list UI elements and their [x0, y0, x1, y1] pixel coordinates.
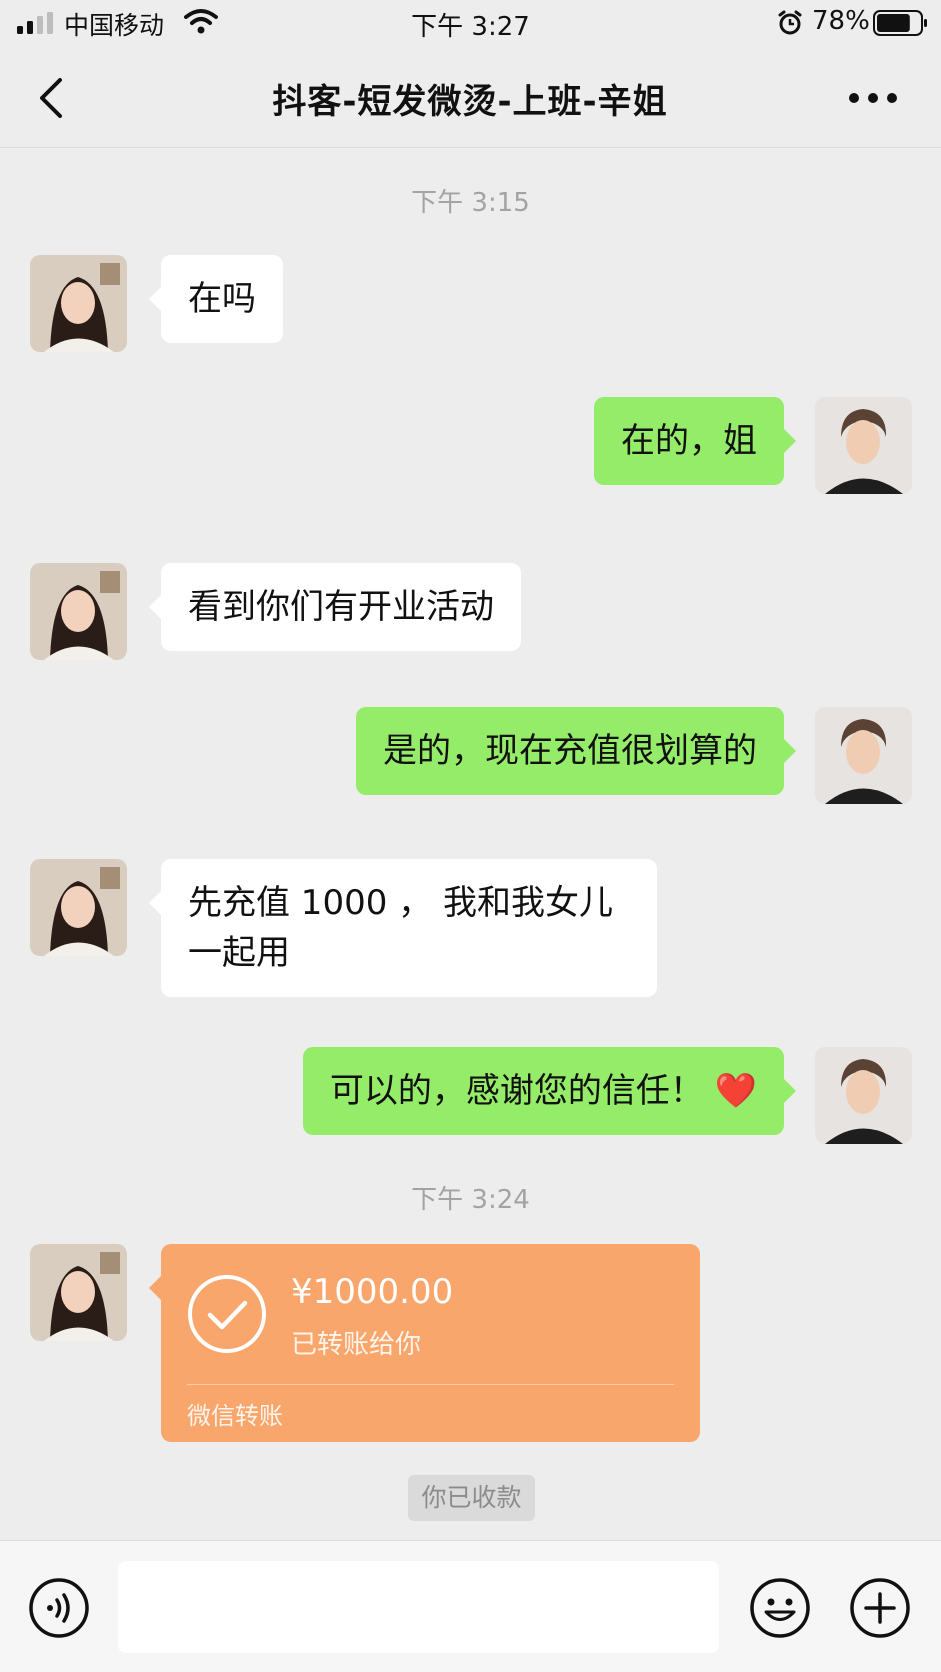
timestamp: 下午 3:24	[411, 1185, 530, 1215]
battery-icon	[873, 10, 927, 36]
message-bubble-outgoing[interactable]: 是的，现在充值很划算的	[356, 707, 796, 795]
contact-avatar[interactable]	[30, 859, 127, 956]
transfer-card[interactable]: ¥1000.00 已转账给你 微信转账	[149, 1244, 700, 1442]
message-line: 先充值 1000 ， 我和我女儿	[188, 883, 613, 923]
alarm-icon	[778, 10, 802, 35]
chat-title: 抖客-短发微烫-上班-辛姐	[272, 82, 668, 122]
emoji-icon[interactable]	[749, 1577, 811, 1639]
message-bubble-incoming[interactable]: 在吗	[149, 255, 283, 343]
my-avatar[interactable]	[815, 1047, 912, 1144]
message-line: 一起用	[188, 933, 290, 973]
contact-avatar[interactable]	[30, 255, 127, 352]
transfer-amount: ¥1000.00	[291, 1272, 454, 1312]
divider	[187, 1384, 674, 1385]
nav-bar: 抖客-短发微烫-上班-辛姐	[0, 48, 941, 148]
contact-avatar[interactable]	[30, 1244, 127, 1341]
my-avatar[interactable]	[815, 397, 912, 494]
message-input[interactable]	[118, 1561, 719, 1653]
check-circle-icon	[188, 1275, 266, 1353]
timestamp: 下午 3:15	[411, 188, 530, 218]
received-notice: 你已收款	[408, 1475, 535, 1521]
battery-percent: 78%	[812, 6, 870, 36]
message-bubble-incoming[interactable]: 先充值 1000 ， 我和我女儿 一起用	[149, 859, 657, 997]
back-icon[interactable]	[30, 74, 74, 122]
status-bar: 中国移动 下午 3:27 78%	[0, 0, 941, 48]
transfer-status: 已转账给你	[291, 1330, 422, 1360]
plus-icon[interactable]	[849, 1577, 911, 1639]
heart-emoji-icon: ❤️	[714, 1071, 757, 1111]
message-bubble-outgoing[interactable]: 在的，姐	[594, 397, 796, 485]
voice-icon[interactable]	[28, 1577, 90, 1639]
my-avatar[interactable]	[815, 707, 912, 804]
more-icon[interactable]	[846, 78, 900, 118]
transfer-label: 微信转账	[187, 1402, 283, 1430]
message-bubble-outgoing[interactable]: 可以的，感谢您的信任！ ❤️	[302, 1047, 797, 1135]
input-bar	[0, 1540, 941, 1672]
contact-avatar[interactable]	[30, 563, 127, 660]
message-bubble-incoming[interactable]: 看到你们有开业活动	[149, 563, 521, 651]
message-text: 可以的，感谢您的信任！	[329, 1071, 704, 1111]
